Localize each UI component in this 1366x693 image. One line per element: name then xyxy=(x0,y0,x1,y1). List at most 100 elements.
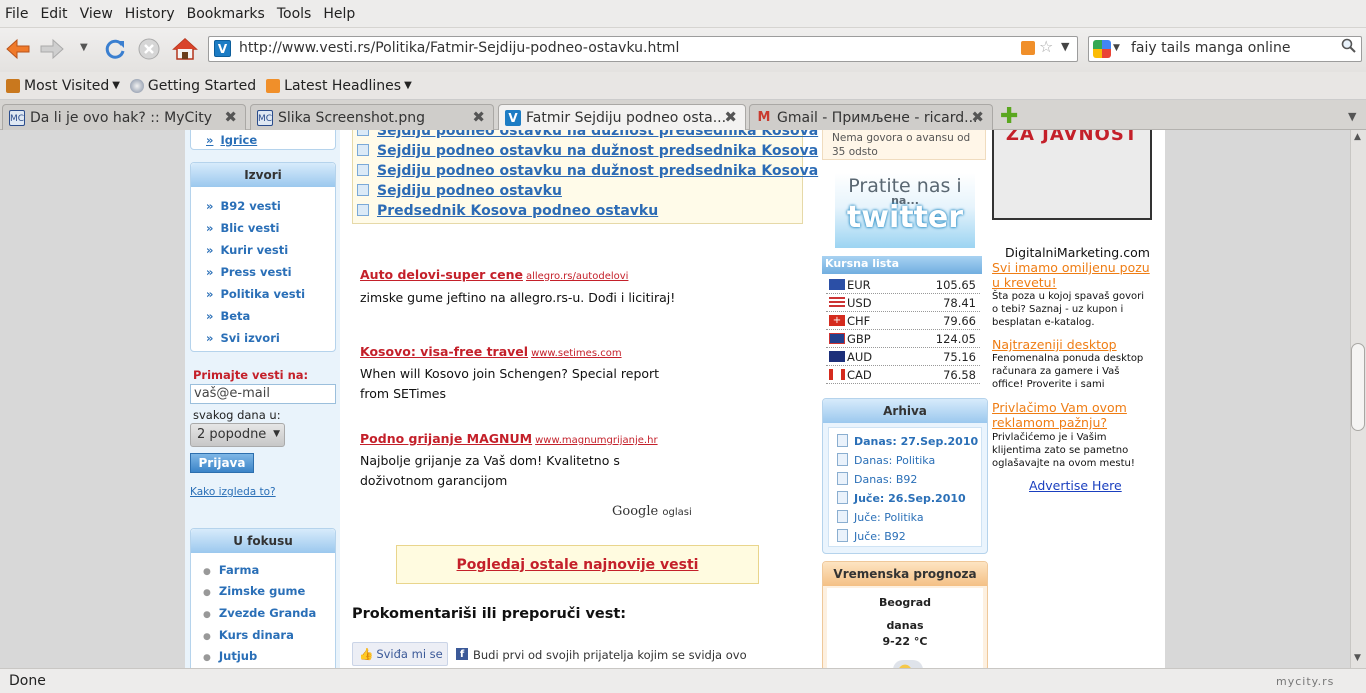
scroll-up-icon[interactable]: ▲ xyxy=(1354,132,1361,142)
reload-icon[interactable] xyxy=(101,35,129,63)
izvori-title: Izvori xyxy=(191,163,335,187)
archive-link[interactable]: Juče: B92 xyxy=(837,529,906,543)
search-bar[interactable]: ▼ faiy tails manga online xyxy=(1088,36,1362,62)
izvori-box: Izvori B92 vesti Blic vesti Kurir vesti … xyxy=(190,162,336,352)
menu-edit[interactable]: Edit xyxy=(40,6,67,22)
ad-title-link[interactable]: Kosovo: visa-free travel www.setimes.com xyxy=(360,344,622,359)
advertise-here-link[interactable]: Advertise Here xyxy=(1029,478,1122,493)
source-link[interactable]: Kurir vesti xyxy=(206,243,288,257)
source-link[interactable]: Press vesti xyxy=(206,265,291,279)
google-ads-suffix: oglasi xyxy=(662,507,692,518)
related-link[interactable]: Sejdiju podneo ostavku na dužnost predse… xyxy=(357,163,818,179)
source-link[interactable]: Politika vesti xyxy=(206,287,305,301)
source-link[interactable]: Svi izvori xyxy=(206,331,279,345)
google-engine-icon[interactable] xyxy=(1093,40,1111,58)
subscribe-button[interactable]: Prijava xyxy=(190,453,254,473)
banner-text: ZA JAVNOST xyxy=(1005,130,1139,145)
search-input[interactable]: faiy tails manga online xyxy=(1131,40,1290,56)
tab-slika-screenshot[interactable]: MC Slika Screenshot.png ✖ xyxy=(250,104,494,130)
close-tab-icon[interactable]: ✖ xyxy=(724,108,737,126)
more-news-link[interactable]: Pogledaj ostale najnovije vesti xyxy=(457,557,699,573)
bookmark-star-icon[interactable]: ☆ xyxy=(1039,37,1053,56)
scroll-down-icon[interactable]: ▼ xyxy=(1354,653,1361,663)
source-link[interactable]: B92 vesti xyxy=(206,199,280,213)
history-dropdown-icon[interactable]: ▼ xyxy=(80,42,88,53)
focus-link[interactable]: Kurs dinara xyxy=(203,628,294,642)
url-bar[interactable]: V http://www.vesti.rs/Politika/Fatmir-Se… xyxy=(208,36,1078,62)
menu-view[interactable]: View xyxy=(80,6,113,22)
ad-title-link[interactable]: Podno grijanje MAGNUM www.magnumgrijanje.… xyxy=(360,431,658,446)
menu-bookmarks[interactable]: Bookmarks xyxy=(187,6,265,22)
related-link[interactable]: Sejdiju podneo ostavku na dužnost predse… xyxy=(357,143,818,159)
url-text[interactable]: http://www.vesti.rs/Politika/Fatmir-Sejd… xyxy=(239,40,679,56)
rate-value: 76.58 xyxy=(943,368,976,382)
status-text: Done xyxy=(9,673,46,689)
source-link[interactable]: Beta xyxy=(206,309,250,323)
kursna-lista-title: Kursna lista xyxy=(822,256,982,274)
google-ads-logo[interactable]: Google oglasi xyxy=(612,504,692,519)
category-link-igrice[interactable]: Igrice xyxy=(206,133,257,147)
tab-fatmir-sejdiju[interactable]: V Fatmir Sejdiju podneo osta... ✖ xyxy=(498,104,746,131)
bookmark-most-visited[interactable]: Most Visited ▼ xyxy=(6,78,120,94)
tab-list-icon[interactable]: ▼ xyxy=(1348,110,1356,123)
related-link[interactable]: Sejdiju podneo ostavku xyxy=(357,183,562,199)
source-link[interactable]: Blic vesti xyxy=(206,221,279,235)
new-tab-icon[interactable]: ✚ xyxy=(1000,104,1018,129)
search-icon[interactable] xyxy=(1341,38,1357,58)
close-tab-icon[interactable]: ✖ xyxy=(472,108,485,126)
dm-site-name[interactable]: DigitalniMarketing.com xyxy=(1005,245,1150,260)
scrollbar-thumb[interactable] xyxy=(1351,343,1365,431)
dm-ad-title[interactable]: Najtrazeniji desktop xyxy=(992,337,1152,352)
menu-history[interactable]: History xyxy=(125,6,175,22)
ad-text: When will Kosovo join Schengen? Special … xyxy=(360,366,660,401)
page-viewport: Igrice Izvori B92 vesti Blic vesti Kurir… xyxy=(0,130,1350,668)
twitter-banner[interactable]: Pratite nas i na... twitter xyxy=(835,173,975,248)
bookmark-latest-headlines[interactable]: Latest Headlines ▼ xyxy=(266,78,412,94)
home-icon[interactable] xyxy=(171,35,199,63)
focus-link[interactable]: Zvezde Granda xyxy=(203,606,316,620)
archive-link[interactable]: Danas: Politika xyxy=(837,453,935,467)
focus-link[interactable]: Zimske gume xyxy=(203,584,305,598)
article-icon xyxy=(357,184,369,196)
rss-feed-icon[interactable] xyxy=(1021,41,1035,55)
tab-gmail[interactable]: M Gmail - Примљене - ricard... ✖ xyxy=(749,104,993,130)
thumbs-up-icon: 👍 xyxy=(359,647,374,661)
dm-ad-title[interactable]: Svi imamo omiljenu pozu u krevetu! xyxy=(992,260,1152,290)
close-tab-icon[interactable]: ✖ xyxy=(224,108,237,126)
ad-title-link[interactable]: Auto delovi-super cene allegro.rs/autodel… xyxy=(360,267,628,282)
email-field[interactable]: vaš@e-mail xyxy=(190,384,336,404)
archive-link[interactable]: Danas: 27.Sep.2010 xyxy=(837,434,978,448)
za-javnost-banner[interactable]: ZA JAVNOST xyxy=(992,130,1152,220)
categories-box: Igrice xyxy=(190,130,336,150)
period-value: 2 popodne xyxy=(197,427,267,442)
preview-link[interactable]: Kako izgleda to? xyxy=(190,486,276,498)
rate-code: CHF xyxy=(847,314,871,328)
rate-value: 105.65 xyxy=(935,278,976,292)
period-select[interactable]: 2 popodne ▼ xyxy=(190,423,285,447)
ad-url: allegro.rs/autodelovi xyxy=(525,271,629,282)
close-tab-icon[interactable]: ✖ xyxy=(971,108,984,126)
focus-link[interactable]: Farma xyxy=(203,563,259,577)
arhiva-title: Arhiva xyxy=(823,399,987,423)
tab-mycity-hak[interactable]: MC Da li je ovo hak? :: MyCity ✖ xyxy=(2,104,246,130)
dm-ad-title[interactable]: Privlačimo Vam ovom reklamom pažnju? xyxy=(992,400,1152,430)
archive-link[interactable]: Danas: B92 xyxy=(837,472,917,486)
related-link-text: Sejdiju podneo ostavku xyxy=(377,183,562,199)
forward-icon[interactable] xyxy=(38,35,66,63)
related-link[interactable]: Sejdiju podneo ostavku na dužnost predse… xyxy=(357,130,818,139)
ad-url: www.magnumgrijanje.hr xyxy=(535,435,658,446)
stop-icon[interactable] xyxy=(135,35,163,63)
engine-dropdown-icon[interactable]: ▼ xyxy=(1113,43,1120,53)
back-icon[interactable] xyxy=(4,35,32,63)
facebook-like-button[interactable]: 👍 Sviđa mi se xyxy=(352,642,448,666)
bookmark-getting-started[interactable]: Getting Started xyxy=(129,78,256,94)
archive-link[interactable]: Juče: Politika xyxy=(837,510,924,524)
url-dropdown-icon[interactable]: ▼ xyxy=(1061,40,1069,53)
focus-link[interactable]: Jutjub xyxy=(203,649,257,663)
related-link[interactable]: Predsednik Kosova podneo ostavku xyxy=(357,203,658,219)
menu-help[interactable]: Help xyxy=(323,6,355,22)
menu-tools[interactable]: Tools xyxy=(277,6,312,22)
archive-link[interactable]: Juče: 26.Sep.2010 xyxy=(837,491,966,505)
menu-file[interactable]: File xyxy=(5,6,28,22)
news-snippet[interactable]: Nema govora o avansu od 35 odsto xyxy=(832,131,982,159)
